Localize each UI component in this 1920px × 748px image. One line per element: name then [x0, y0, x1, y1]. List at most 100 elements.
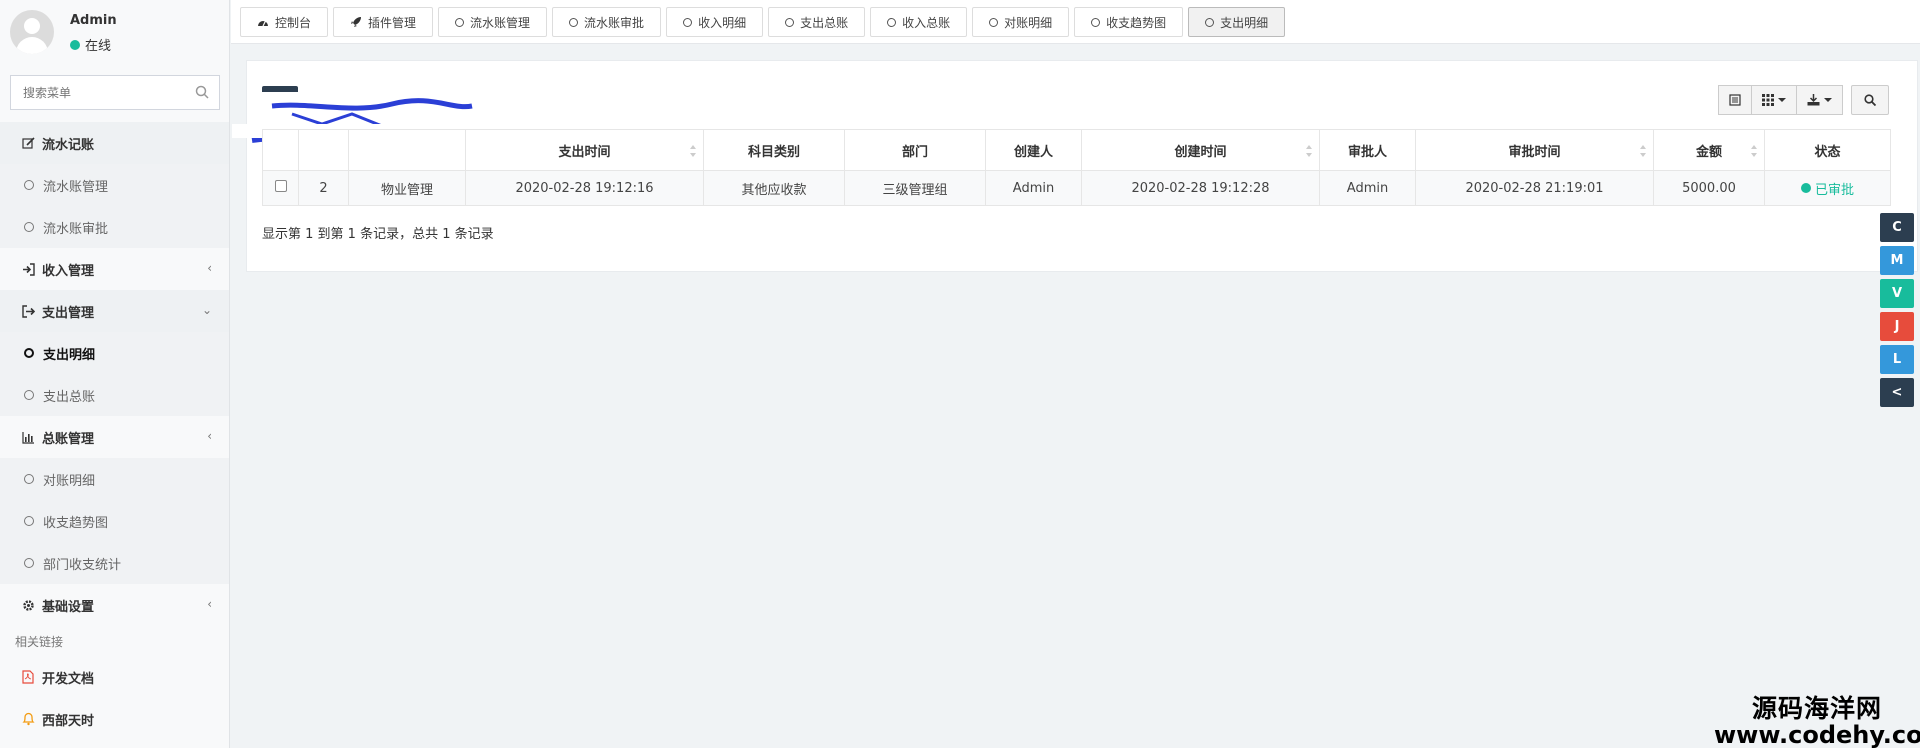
tab-plugins[interactable]: 插件管理	[333, 7, 434, 37]
sidebar-link-docs[interactable]: 开发文档	[0, 656, 229, 698]
status-label: 已审批	[1814, 182, 1854, 198]
col-id[interactable]	[298, 129, 349, 171]
col-approve-time[interactable]: 审批时间	[1415, 129, 1654, 171]
sidebar-item-reconcile[interactable]: 对账明细	[0, 458, 229, 500]
circle-icon	[24, 180, 34, 190]
col-expense-time[interactable]: 支出时间	[465, 129, 704, 171]
watermark-url: www.codehy.com	[1714, 721, 1920, 748]
user-name: Admin	[70, 13, 117, 28]
col-select[interactable]	[262, 129, 299, 171]
tab-label: 支出明细	[1220, 15, 1269, 30]
sign-in-icon	[20, 261, 36, 277]
circle-icon	[569, 17, 579, 27]
tab-journal-manage[interactable]: 流水账管理	[438, 7, 548, 37]
sidebar-item-expense-ledger[interactable]: 支出总账	[0, 374, 229, 416]
cell-expense-time: 2020-02-28 19:12:16	[465, 170, 704, 206]
sidebar-item-trend[interactable]: 收支趋势图	[0, 500, 229, 542]
tab-dashboard[interactable]: 控制台	[240, 7, 329, 37]
circle-icon	[683, 17, 693, 27]
export-button[interactable]	[1796, 85, 1843, 115]
col-creator[interactable]: 创建人	[985, 129, 1082, 171]
tab-trend[interactable]: 收支趋势图	[1074, 7, 1184, 37]
col-approver[interactable]: 审批人	[1319, 129, 1416, 171]
columns-button[interactable]	[1751, 85, 1797, 115]
cell-status: 已审批	[1764, 170, 1891, 206]
sidebar-item-label: 支出总账	[43, 389, 96, 405]
tab-reconcile[interactable]: 对账明细	[972, 7, 1070, 37]
pagination-info: 显示第 1 到第 1 条记录，总共 1 条记录	[262, 227, 494, 242]
sidebar-item-income[interactable]: 收入管理 ‹	[0, 248, 229, 290]
tab-label: 收入总账	[902, 15, 951, 30]
circle-icon	[24, 558, 34, 568]
tab-label: 收入明细	[698, 15, 747, 30]
circle-icon	[785, 17, 795, 27]
cell-amount: 5000.00	[1653, 170, 1765, 206]
circle-icon	[887, 17, 897, 27]
gear-icon	[20, 597, 36, 613]
tab-label: 收支趋势图	[1106, 15, 1167, 30]
sidebar-item-label: 西部天时	[42, 713, 95, 729]
sidebar-item-journal-approve[interactable]: 流水账审批	[0, 206, 229, 248]
tab-journal-approve[interactable]: 流水账审批	[552, 7, 662, 37]
float-button-c[interactable]: C	[1880, 213, 1914, 242]
bell-icon	[20, 711, 36, 727]
float-button-l[interactable]: L	[1880, 345, 1914, 374]
table-header-row: 支出时间 科目类别 部门 创建人 创建时间 审批人 审批时间 金额 状态	[262, 129, 1891, 171]
sidebar-link-xibu[interactable]: 西部天时	[0, 698, 229, 740]
chevron-left-icon: ‹	[207, 261, 212, 275]
float-shortcuts: C M V J L <	[1880, 213, 1914, 411]
tab-label: 插件管理	[368, 15, 417, 30]
sidebar-item-journal[interactable]: 流水记账	[0, 122, 229, 164]
col-category[interactable]: 科目类别	[703, 129, 845, 171]
float-button-j[interactable]: J	[1880, 312, 1914, 341]
avatar[interactable]	[10, 10, 54, 54]
sidebar: Admin 在线 流水记账 流水账管理	[0, 0, 230, 748]
circle-icon	[24, 222, 34, 232]
tab-label: 控制台	[275, 15, 312, 30]
online-dot-icon	[70, 39, 80, 50]
tab-label: 流水账管理	[470, 15, 531, 30]
toggle-view-button[interactable]	[1718, 85, 1752, 115]
row-checkbox[interactable]	[274, 180, 287, 192]
sidebar-item-label: 收入管理	[42, 263, 95, 279]
sidebar-item-expense[interactable]: 支出管理 ⌄	[0, 290, 229, 332]
tab-expense-detail[interactable]: 支出明细	[1188, 7, 1286, 37]
menu-search-input[interactable]	[11, 76, 219, 109]
tab-income-ledger[interactable]: 收入总账	[870, 7, 968, 37]
toolbar-left	[232, 86, 503, 153]
circle-icon	[24, 390, 34, 400]
grid-icon	[1762, 94, 1774, 106]
col-status[interactable]: 状态	[1764, 129, 1891, 171]
col-department[interactable]: 部门	[844, 129, 986, 171]
circle-icon	[24, 474, 34, 484]
sort-icon	[1306, 145, 1312, 157]
tab-label: 支出总账	[800, 15, 849, 30]
tab-expense-ledger[interactable]: 支出总账	[768, 7, 866, 37]
col-title[interactable]	[348, 129, 466, 171]
float-button-collapse[interactable]: <	[1880, 378, 1914, 407]
col-amount[interactable]: 金额	[1653, 129, 1765, 171]
bar-chart-icon	[20, 429, 36, 445]
circle-icon	[24, 516, 34, 526]
sidebar-item-settings[interactable]: 基础设置 ‹	[0, 584, 229, 626]
search-icon	[1864, 94, 1876, 106]
sidebar-item-label: 支出明细	[43, 347, 96, 363]
watermark: 源码海洋网 www.codehy.com	[1714, 695, 1920, 748]
search-toggle-button[interactable]	[1851, 85, 1889, 115]
search-icon[interactable]	[195, 85, 209, 99]
caret-down-icon	[1778, 98, 1786, 102]
float-button-v[interactable]: V	[1880, 279, 1914, 308]
table-row[interactable]: 2 物业管理 2020-02-28 19:12:16 其他应收款 三级管理组 A…	[262, 170, 1891, 206]
sidebar-item-expense-detail[interactable]: 支出明细	[0, 332, 229, 374]
float-button-m[interactable]: M	[1880, 246, 1914, 275]
user-panel: Admin 在线	[0, 0, 229, 62]
tab-income-detail[interactable]: 收入明细	[666, 7, 764, 37]
circle-icon	[455, 17, 465, 27]
sidebar-item-ledger[interactable]: 总账管理 ‹	[0, 416, 229, 458]
sidebar-item-dept-stats[interactable]: 部门收支统计	[0, 542, 229, 584]
sidebar-item-journal-manage[interactable]: 流水账管理	[0, 164, 229, 206]
pdf-icon	[20, 669, 36, 685]
watermark-title: 源码海洋网	[1751, 694, 1882, 723]
col-create-time[interactable]: 创建时间	[1081, 129, 1320, 171]
chevron-down-icon: ⌄	[201, 303, 212, 317]
